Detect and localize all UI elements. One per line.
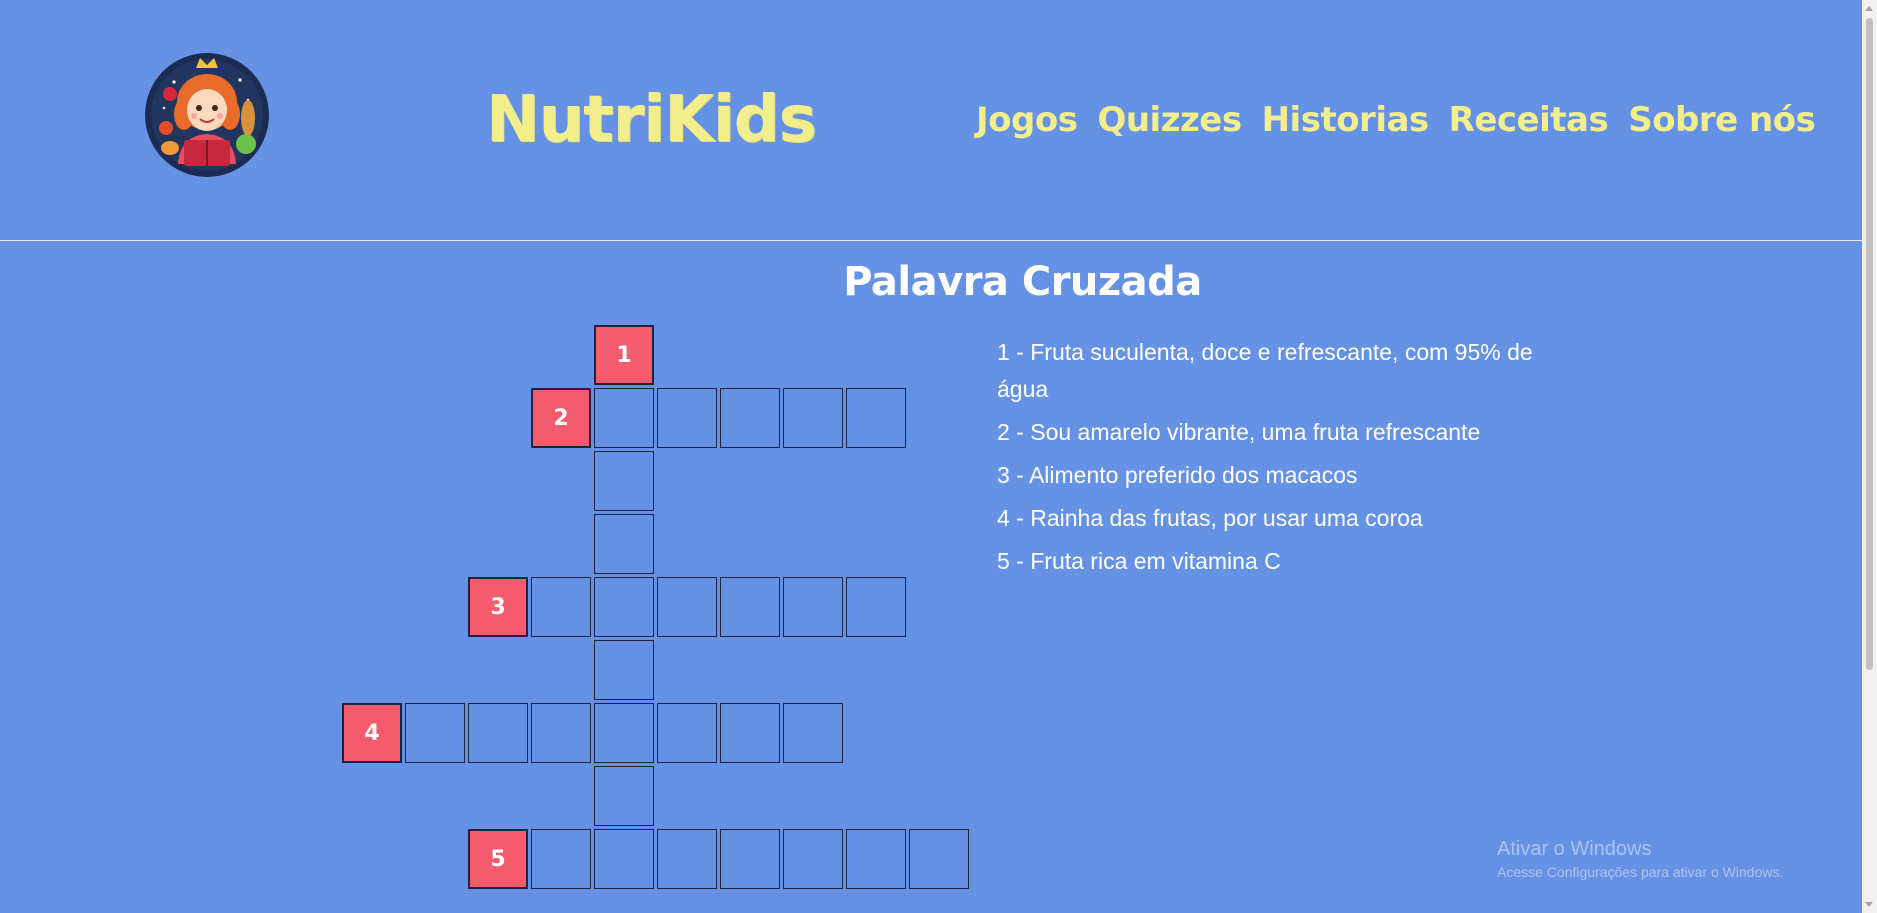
crossword-letter-input[interactable] xyxy=(532,830,590,888)
crossword-cell[interactable] xyxy=(783,388,843,448)
crossword-cell[interactable] xyxy=(594,388,654,448)
clue-4: 4 - Rainha das frutas, por usar uma coro… xyxy=(997,505,1423,531)
crossword-cell[interactable] xyxy=(594,577,654,637)
page: NutriKids Jogos Quizzes Historias Receit… xyxy=(0,0,1877,913)
clue-2: 2 - Sou amarelo vibrante, uma fruta refr… xyxy=(997,419,1481,445)
logo[interactable] xyxy=(144,52,270,178)
brand-title[interactable]: NutriKids xyxy=(486,76,817,164)
crossword-letter-input[interactable] xyxy=(847,578,905,636)
crossword-cell[interactable] xyxy=(594,703,654,763)
crossword-cell[interactable] xyxy=(657,577,717,637)
clue-number-2: 2 xyxy=(531,388,591,448)
crossword-letter-input[interactable] xyxy=(910,830,968,888)
crossword-letter-input[interactable] xyxy=(721,704,779,762)
crossword-cell[interactable] xyxy=(720,703,780,763)
clue-number-1: 1 xyxy=(594,325,654,385)
crossword-letter-input[interactable] xyxy=(595,704,653,762)
crossword-letter-input[interactable] xyxy=(469,704,527,762)
crossword-letter-input[interactable] xyxy=(784,578,842,636)
crossword-letter-input[interactable] xyxy=(595,830,653,888)
clue-number-4: 4 xyxy=(342,703,402,763)
crossword-cell[interactable] xyxy=(531,577,591,637)
scroll-down-icon[interactable] xyxy=(1865,902,1873,907)
main-nav: Jogos Quizzes Historias Receitas Sobre n… xyxy=(976,96,1835,144)
logo-girl-icon xyxy=(145,53,269,177)
crossword-letter-input[interactable] xyxy=(784,830,842,888)
crossword-cell[interactable] xyxy=(594,766,654,826)
clue-1: 1 - Fruta suculenta, doce e refrescante,… xyxy=(997,339,1533,402)
crossword-cell[interactable] xyxy=(720,829,780,889)
crossword-letter-input[interactable] xyxy=(406,704,464,762)
crossword-cell[interactable] xyxy=(846,829,906,889)
crossword-cell[interactable] xyxy=(594,829,654,889)
crossword-letter-input[interactable] xyxy=(721,389,779,447)
crossword-cell[interactable] xyxy=(405,703,465,763)
crossword-cell[interactable] xyxy=(720,388,780,448)
crossword-letter-input[interactable] xyxy=(532,578,590,636)
clue-number-3: 3 xyxy=(468,577,528,637)
page-title: Palavra Cruzada xyxy=(0,252,1877,312)
crossword-letter-input[interactable] xyxy=(595,389,653,447)
crossword-letter-input[interactable] xyxy=(847,830,905,888)
nav-item-receitas[interactable]: Receitas xyxy=(1449,96,1609,144)
crossword-cell[interactable] xyxy=(594,640,654,700)
crossword-cell[interactable] xyxy=(909,829,969,889)
crossword-letter-input[interactable] xyxy=(595,452,653,510)
crossword-letter-input[interactable] xyxy=(847,389,905,447)
watermark-title: Ativar o Windows xyxy=(1497,838,1652,860)
nav-item-historias[interactable]: Historias xyxy=(1262,96,1430,144)
crossword-letter-input[interactable] xyxy=(658,830,716,888)
crossword-letter-input[interactable] xyxy=(595,641,653,699)
clue-3: 3 - Alimento preferido dos macacos xyxy=(997,462,1358,488)
crossword-letter-input[interactable] xyxy=(784,704,842,762)
scroll-thumb[interactable] xyxy=(1866,18,1873,670)
nav-item-sobre-nos[interactable]: Sobre nós xyxy=(1628,96,1816,144)
crossword-cell[interactable] xyxy=(531,703,591,763)
crossword-letter-input[interactable] xyxy=(532,704,590,762)
crossword-letter-input[interactable] xyxy=(658,389,716,447)
crossword-letter-input[interactable] xyxy=(721,578,779,636)
clue-list: 1 - Fruta suculenta, doce e refrescante,… xyxy=(997,334,1557,586)
scroll-up-icon[interactable] xyxy=(1865,6,1873,11)
crossword-letter-input[interactable] xyxy=(595,578,653,636)
clue-5: 5 - Fruta rica em vitamina C xyxy=(997,548,1281,574)
crossword-cell[interactable] xyxy=(783,703,843,763)
clue-number-5: 5 xyxy=(468,829,528,889)
crossword-cell[interactable] xyxy=(720,577,780,637)
crossword-cell[interactable] xyxy=(846,388,906,448)
crossword-letter-input[interactable] xyxy=(658,704,716,762)
crossword-cell[interactable] xyxy=(531,829,591,889)
windows-activation-watermark: Ativar o Windows Acesse Configurações pa… xyxy=(1497,836,1783,882)
page-title-text: Palavra Cruzada xyxy=(843,259,1202,305)
crossword-cell[interactable] xyxy=(594,514,654,574)
crossword-cell[interactable] xyxy=(657,829,717,889)
crossword-letter-input[interactable] xyxy=(595,767,653,825)
nav-item-quizzes[interactable]: Quizzes xyxy=(1097,96,1242,144)
nav-item-jogos[interactable]: Jogos xyxy=(976,96,1078,144)
crossword-cell[interactable] xyxy=(594,451,654,511)
watermark-subtitle: Acesse Configurações para ativar o Windo… xyxy=(1497,864,1784,880)
crossword-cell[interactable] xyxy=(783,577,843,637)
crossword-cell[interactable] xyxy=(657,703,717,763)
vertical-scrollbar[interactable] xyxy=(1862,0,1877,913)
site-header: NutriKids Jogos Quizzes Historias Receit… xyxy=(0,0,1862,241)
crossword-letter-input[interactable] xyxy=(721,830,779,888)
crossword-letter-input[interactable] xyxy=(595,515,653,573)
crossword-letter-input[interactable] xyxy=(658,578,716,636)
crossword-cell[interactable] xyxy=(657,388,717,448)
crossword-cell[interactable] xyxy=(468,703,528,763)
crossword-cell[interactable] xyxy=(783,829,843,889)
crossword-letter-input[interactable] xyxy=(784,389,842,447)
crossword-cell[interactable] xyxy=(846,577,906,637)
